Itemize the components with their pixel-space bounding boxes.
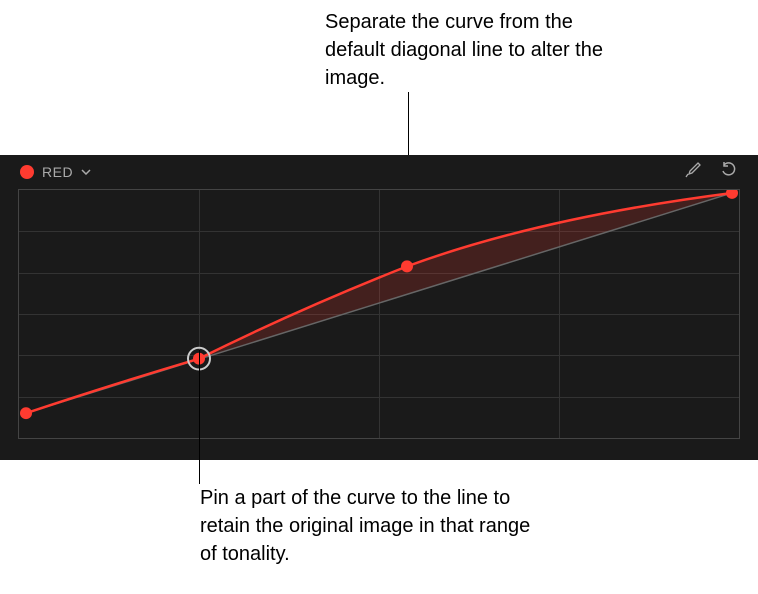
channel-label: RED [42,164,73,180]
chevron-down-icon [81,167,91,178]
curve-endpoint-shadow[interactable] [20,407,32,419]
reset-icon[interactable] [720,161,738,184]
eyedropper-icon[interactable] [684,161,702,184]
channel-color-dot [20,165,34,179]
panel-header: RED [0,155,758,189]
annotation-separate-curve: Separate the curve from the default diag… [325,8,625,92]
curve-editor-area[interactable] [18,189,740,439]
curve-endpoint-highlight[interactable] [726,190,738,199]
channel-selector[interactable]: RED [20,164,91,180]
color-curves-panel: RED [0,155,758,460]
curve-svg [19,190,739,438]
curve-control-point[interactable] [401,260,413,272]
leader-line-bottom [199,350,200,484]
tool-icons [684,161,738,184]
annotation-pin-curve: Pin a part of the curve to the line to r… [200,484,540,568]
